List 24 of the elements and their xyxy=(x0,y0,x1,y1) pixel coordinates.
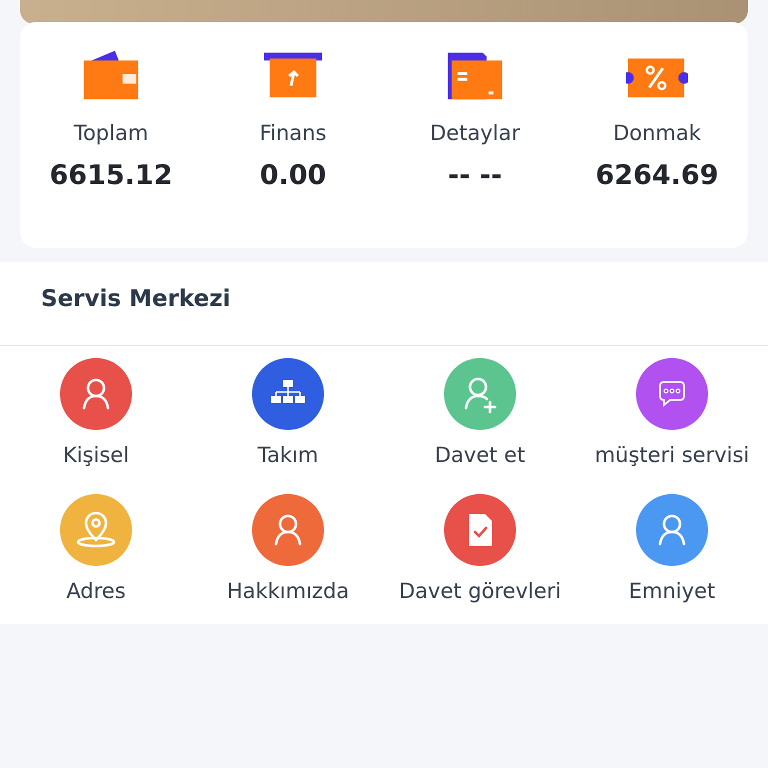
org-chart-icon[interactable] xyxy=(252,358,324,430)
service-label[interactable]: müşteri servisi xyxy=(594,440,750,472)
add-person-icon[interactable] xyxy=(444,358,516,430)
person-icon[interactable] xyxy=(252,494,324,566)
service-label[interactable]: Davet görevleri xyxy=(398,576,562,607)
service-label[interactable]: Emniyet xyxy=(628,576,716,607)
chat-icon[interactable] xyxy=(636,358,708,430)
person-icon[interactable] xyxy=(60,358,132,430)
service-label[interactable]: Adres xyxy=(66,576,126,607)
stat-value: 0.00 xyxy=(260,158,326,192)
stat-label: Toplam xyxy=(74,120,148,147)
person-icon[interactable] xyxy=(636,494,708,566)
stat-label: Detaylar xyxy=(430,120,520,147)
document-icon[interactable] xyxy=(444,494,516,566)
service-label[interactable]: Hakkımızda xyxy=(226,576,350,607)
service-label[interactable]: Takım xyxy=(258,440,318,472)
stat-value: 6615.12 xyxy=(50,158,172,192)
service-label[interactable]: Davet et xyxy=(434,440,526,472)
section-title: Servis Merkezi xyxy=(0,262,768,346)
service-label[interactable]: Kişisel xyxy=(62,440,130,472)
stat-value: 6264.69 xyxy=(596,158,718,192)
stat-label: Donmak xyxy=(613,120,701,147)
stat-label: Finans xyxy=(260,120,326,147)
stat-value: -- -- xyxy=(448,158,502,192)
